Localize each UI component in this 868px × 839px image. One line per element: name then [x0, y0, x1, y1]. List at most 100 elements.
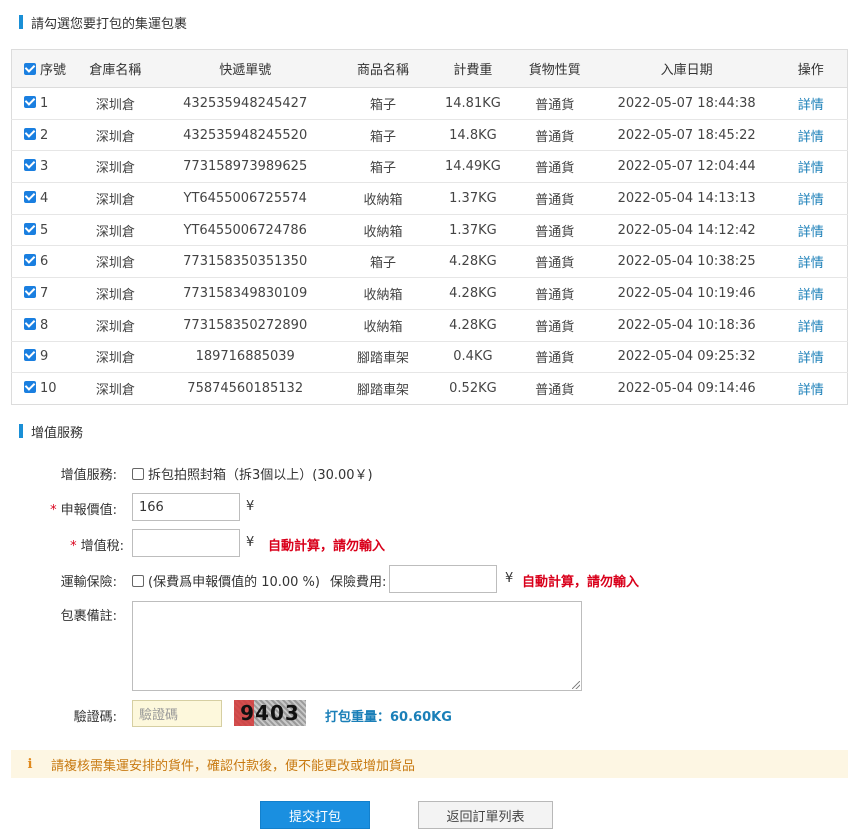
remark-textarea[interactable] — [132, 601, 582, 691]
insurance-fee-input[interactable] — [389, 565, 497, 593]
details-link[interactable]: 詳情 — [798, 193, 824, 208]
declared-value-label: * 申報價值: — [50, 503, 117, 518]
cell-product: 箱子 — [331, 87, 435, 120]
row-seq: 9 — [40, 349, 49, 365]
declared-value-label-text: 申報價值: — [60, 503, 117, 518]
cell-warehouse: 深圳倉 — [71, 214, 160, 247]
cell-date: 2022-05-04 14:13:13 — [598, 182, 775, 215]
notice-text: 請複核需集運安排的貨件，確認付款後，便不能更改或增加貨品 — [51, 758, 416, 774]
table-row: 1 深圳倉 432535948245427 箱子 14.81KG 普通貨 2022-05-0… — [11, 87, 848, 120]
cell-tracking: 773158349830109 — [159, 277, 332, 310]
cell-weight: 14.49KG — [434, 150, 511, 184]
cell-date: 2022-05-04 09:25:32 — [598, 341, 775, 374]
cell-seq: 6 — [11, 245, 72, 279]
cell-tracking: YT6455006725574 — [159, 182, 332, 215]
row-checkbox[interactable] — [24, 127, 36, 140]
section-marker — [19, 424, 23, 438]
service-option-text: 拆包拍照封箱（拆3個以上）(30.00￥) — [148, 468, 373, 483]
captcha-image[interactable]: 9403 — [234, 700, 306, 726]
table-header-row: 序號 倉庫名稱 快遞單號 商品名稱 計費重 貨物性質 入庫日期 操作 — [11, 49, 848, 88]
cell-product: 收納箱 — [331, 182, 435, 215]
details-link[interactable]: 詳情 — [798, 98, 824, 113]
select-all-checkbox[interactable] — [24, 63, 36, 75]
cell-seq: 10 — [12, 373, 72, 405]
declared-value-input[interactable]: 166 — [132, 493, 240, 521]
header-seq-label: 序號 — [40, 63, 67, 78]
row-seq: 4 — [40, 190, 49, 206]
cell-tracking: 189716885039 — [159, 341, 332, 374]
insurance-checkbox[interactable] — [132, 574, 144, 587]
cell-warehouse: 深圳倉 — [71, 309, 160, 342]
packages-table-body: 1 深圳倉 432535948245427 箱子 14.81KG 普通貨 2022-05-0… — [11, 87, 848, 405]
header-weight: 計費重 — [434, 49, 511, 88]
vat-label-text: 增值稅: — [80, 539, 124, 554]
details-link[interactable]: 詳情 — [798, 288, 824, 303]
details-link[interactable]: 詳情 — [798, 225, 824, 240]
cell-date: 2022-05-04 14:12:42 — [598, 214, 775, 247]
cell-action: 詳情 — [774, 119, 848, 152]
cell-cargo-type: 普通貨 — [510, 341, 599, 374]
cell-seq: 7 — [11, 277, 72, 310]
cell-seq: 9 — [11, 341, 72, 374]
cell-date: 2022-05-04 10:38:25 — [598, 245, 775, 279]
section-marker — [19, 15, 23, 29]
cell-date: 2022-05-07 12:04:44 — [598, 150, 775, 184]
details-link[interactable]: 詳情 — [798, 161, 824, 176]
cell-product: 箱子 — [331, 245, 435, 279]
resize-handle-icon[interactable] — [572, 681, 580, 689]
captcha-input[interactable]: 驗證碼 — [132, 700, 222, 727]
cell-seq: 5 — [11, 214, 72, 247]
cell-product: 箱子 — [331, 119, 435, 152]
vat-label: * 增值稅: — [70, 539, 124, 554]
table-row: 4 深圳倉 YT6455006725574 收納箱 1.37KG 普通貨 2022-05-0… — [11, 182, 848, 215]
cell-action: 詳情 — [774, 150, 848, 184]
row-checkbox[interactable] — [24, 159, 36, 172]
vat-input[interactable] — [132, 529, 240, 557]
details-link[interactable]: 詳情 — [798, 130, 824, 145]
cell-seq: 4 — [11, 182, 72, 215]
row-seq: 6 — [40, 254, 49, 270]
header-date: 入庫日期 — [598, 49, 775, 88]
row-checkbox[interactable] — [24, 95, 36, 108]
details-link[interactable]: 詳情 — [798, 351, 824, 366]
details-link[interactable]: 詳情 — [798, 383, 824, 398]
cell-weight: 14.81KG — [434, 87, 511, 120]
row-checkbox[interactable] — [24, 190, 36, 203]
row-checkbox[interactable] — [24, 285, 36, 298]
cell-tracking: 773158973989625 — [159, 150, 332, 184]
submit-pack-button[interactable]: 提交打包 — [260, 801, 370, 829]
row-seq: 3 — [40, 159, 49, 175]
insurance-label: 運輸保險: — [60, 575, 117, 590]
cell-product: 收納箱 — [331, 214, 435, 247]
cell-warehouse: 深圳倉 — [71, 341, 160, 374]
cell-cargo-type: 普通貨 — [535, 383, 575, 399]
insurance-auto-calc-note: 自動計算，請勿輸入 — [522, 575, 640, 590]
table-row: 6 深圳倉 773158350351350 箱子 4.28KG 普通貨 2022-05-04… — [11, 245, 848, 279]
cell-product: 收納箱 — [331, 309, 435, 342]
cell-date: 2022-05-04 10:18:36 — [598, 309, 775, 342]
cell-product: 腳踏車架 — [357, 383, 410, 399]
captcha-label: 驗證碼: — [73, 710, 117, 725]
details-link[interactable]: 詳情 — [798, 256, 824, 271]
unpack-photo-checkbox[interactable] — [132, 467, 144, 480]
row-checkbox[interactable] — [24, 349, 36, 362]
packages-section-title-text: 請勾選您要打包的集運包裹 — [31, 16, 188, 32]
header-product: 商品名稱 — [331, 49, 435, 88]
value-added-section-title-text: 增值服務 — [31, 425, 84, 441]
details-link[interactable]: 詳情 — [798, 320, 824, 335]
cell-action: 詳情 — [774, 341, 848, 374]
row-checkbox[interactable] — [24, 222, 36, 235]
row-seq: 7 — [40, 285, 49, 301]
cell-cargo-type: 普通貨 — [510, 277, 599, 310]
cell-warehouse: 深圳倉 — [71, 87, 160, 120]
row-checkbox[interactable] — [24, 381, 36, 394]
row-checkbox[interactable] — [24, 254, 36, 267]
cell-weight: 4.28KG — [434, 245, 511, 279]
table-row: 3 深圳倉 773158973989625 箱子 14.49KG 普通貨 2022-05-0… — [11, 150, 848, 184]
cell-action: 詳情 — [774, 245, 848, 279]
row-checkbox[interactable] — [24, 317, 36, 330]
row-seq: 8 — [40, 317, 49, 333]
packages-section-title: 請勾選您要打包的集運包裹 — [19, 14, 188, 32]
back-to-orders-button[interactable]: 返回訂單列表 — [418, 801, 553, 829]
vat-auto-calc-note: 自動計算，請勿輸入 — [268, 539, 386, 554]
